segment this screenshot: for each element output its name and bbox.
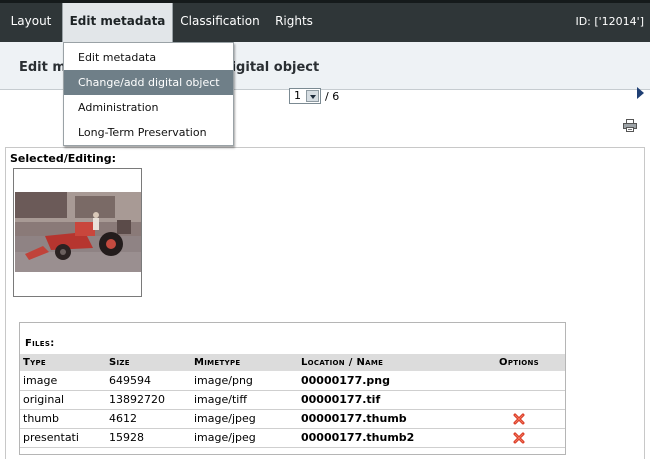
chevron-down-icon[interactable] <box>306 90 319 102</box>
column-header-mimetype: Mimetype <box>191 354 298 371</box>
page-select-value: 1 <box>294 89 301 102</box>
record-id-label: ID: ['12014'] <box>575 15 644 28</box>
cell-location: 00000177.thumb2 <box>298 428 473 448</box>
cell-location: 00000177.tif <box>298 390 473 410</box>
page-select[interactable]: 1 <box>289 88 321 104</box>
cell-type: original <box>20 390 106 410</box>
column-header-type: Type <box>20 354 106 371</box>
tab-classification[interactable]: Classification <box>173 3 267 42</box>
tab-layout[interactable]: Layout <box>0 3 62 42</box>
table-row: presentati 15928 image/jpeg 00000177.thu… <box>20 428 565 448</box>
tab-edit-metadata[interactable]: Edit metadata <box>62 3 173 42</box>
cell-mimetype: image/tiff <box>191 390 298 410</box>
next-arrow-icon[interactable] <box>637 87 644 99</box>
column-header-location: Location / Name <box>298 354 473 371</box>
cell-location: 00000177.thumb <box>298 409 473 429</box>
menu-item-administration[interactable]: Administration <box>64 95 233 120</box>
print-icon[interactable] <box>623 119 637 132</box>
cell-mimetype: image/png <box>191 371 298 391</box>
selected-editing-panel: Selected/Editing: Files: Type Size Mimet… <box>5 147 645 459</box>
cell-options <box>473 371 565 391</box>
edit-metadata-dropdown-menu: Edit metadata Change/add digital object … <box>63 42 234 146</box>
pager: 1 / 6 <box>289 88 339 104</box>
cell-options <box>473 428 565 448</box>
cell-type: image <box>20 371 106 391</box>
cell-size: 15928 <box>106 428 191 448</box>
tractor-photo-image <box>15 192 141 272</box>
selected-editing-label: Selected/Editing: <box>10 152 117 165</box>
cell-size: 4612 <box>106 409 191 429</box>
tab-rights[interactable]: Rights <box>267 3 321 42</box>
delete-x-icon[interactable] <box>513 413 525 425</box>
files-table-container: Files: Type Size Mimetype Location / Nam… <box>19 322 566 455</box>
top-nav-bar: Layout Edit metadata Classification Righ… <box>0 0 650 42</box>
table-row: image 649594 image/png 00000177.png <box>20 371 565 391</box>
files-table: Type Size Mimetype Location / Name Optio… <box>20 354 565 448</box>
digital-object-thumbnail[interactable] <box>13 168 142 297</box>
cell-type: presentati <box>20 428 106 448</box>
cell-options <box>473 390 565 410</box>
cell-mimetype: image/jpeg <box>191 428 298 448</box>
table-row: original 13892720 image/tiff 00000177.ti… <box>20 390 565 410</box>
cell-size: 13892720 <box>106 390 191 410</box>
cell-options <box>473 409 565 429</box>
files-caption: Files: <box>25 338 55 349</box>
delete-x-icon[interactable] <box>513 432 525 444</box>
page-total: / 6 <box>325 89 340 103</box>
menu-item-long-term-preservation[interactable]: Long-Term Preservation <box>64 120 233 145</box>
cell-location: 00000177.png <box>298 371 473 391</box>
table-header-row: Type Size Mimetype Location / Name Optio… <box>20 354 565 371</box>
menu-item-edit-metadata[interactable]: Edit metadata <box>64 45 233 70</box>
cell-type: thumb <box>20 409 106 429</box>
menu-item-change-add-digital-object[interactable]: Change/add digital object <box>64 70 233 95</box>
table-row: thumb 4612 image/jpeg 00000177.thumb <box>20 409 565 429</box>
cell-size: 649594 <box>106 371 191 391</box>
column-header-options: Options <box>473 354 565 371</box>
cell-mimetype: image/jpeg <box>191 409 298 429</box>
column-header-size: Size <box>106 354 191 371</box>
